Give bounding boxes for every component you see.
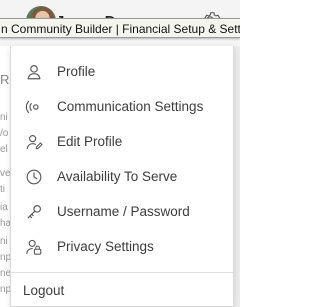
menu-item-privacy-settings[interactable]: Privacy Settings xyxy=(11,229,233,264)
menu-item-label: Communication Settings xyxy=(57,99,204,114)
clock-icon xyxy=(23,166,45,188)
menu-item-label: Availability To Serve xyxy=(57,169,178,184)
user-dropdown-menu: Profile Communication Settings Edit Prof… xyxy=(10,46,234,307)
menu-item-label: Edit Profile xyxy=(57,134,123,149)
menu-item-label: Profile xyxy=(57,64,96,79)
background-text: ve xyxy=(0,168,11,179)
menu-item-edit-profile[interactable]: Edit Profile xyxy=(11,124,233,159)
menu-item-profile[interactable]: Profile xyxy=(11,54,233,89)
menu-item-label: Username / Password xyxy=(57,204,190,219)
page-root: Jason Da R ni /o el ve ti ia ha ni np ne… xyxy=(0,0,240,307)
person-icon xyxy=(23,61,45,83)
background-text: ni xyxy=(0,236,8,247)
menu-item-availability-to-serve[interactable]: Availability To Serve xyxy=(11,159,233,194)
background-content-right xyxy=(234,46,240,307)
broadcast-icon xyxy=(23,96,45,118)
background-text: R xyxy=(0,72,10,87)
key-icon xyxy=(23,201,45,223)
menu-item-username-password[interactable]: Username / Password xyxy=(11,194,233,229)
background-text: ti xyxy=(0,184,5,195)
background-text: ni xyxy=(0,112,8,123)
person-edit-icon xyxy=(23,131,45,153)
logout-label: Logout xyxy=(23,282,65,298)
menu-item-communication-settings[interactable]: Communication Settings xyxy=(11,89,233,124)
person-lock-icon xyxy=(23,236,45,258)
breadcrumb-tooltip: n Community Builder | Financial Setup & … xyxy=(0,18,240,38)
background-text: /o xyxy=(0,128,9,139)
background-text: el xyxy=(0,144,8,155)
menu-list: Profile Communication Settings Edit Prof… xyxy=(11,54,233,264)
logout-button[interactable]: Logout xyxy=(11,272,233,307)
background-text: ia xyxy=(0,202,8,213)
menu-item-label: Privacy Settings xyxy=(57,239,154,254)
